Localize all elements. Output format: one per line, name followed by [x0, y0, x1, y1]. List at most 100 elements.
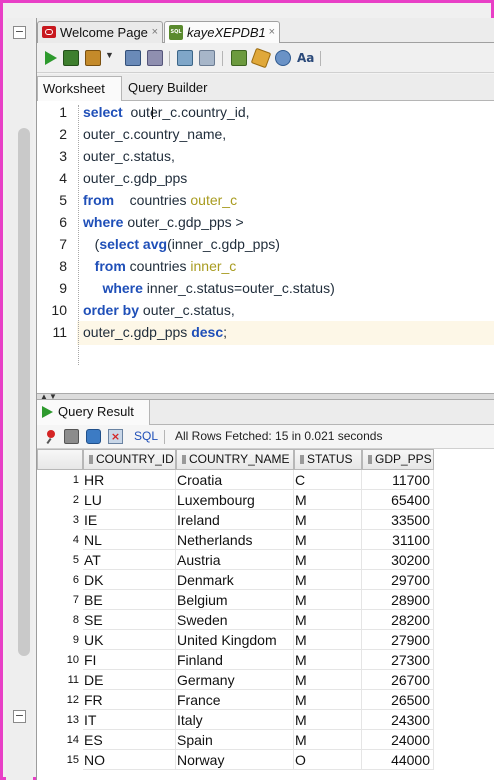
- cell-gdp-pps[interactable]: 26700: [362, 670, 434, 690]
- cell-country-name[interactable]: United Kingdom: [176, 630, 294, 650]
- cell-country-id[interactable]: BE: [83, 590, 176, 610]
- cell-country-name[interactable]: Norway: [176, 750, 294, 770]
- table-row[interactable]: 13 IT Italy M 24300: [37, 710, 434, 730]
- cell-country-name[interactable]: Finland: [176, 650, 294, 670]
- table-row[interactable]: 10 FI Finland M 27300: [37, 650, 434, 670]
- cell-country-name[interactable]: Luxembourg: [176, 490, 294, 510]
- table-row[interactable]: 8 SE Sweden M 28200: [37, 610, 434, 630]
- table-row[interactable]: 12 FR France M 26500: [37, 690, 434, 710]
- code-line[interactable]: select outer_c.country_id,: [83, 104, 250, 120]
- editor-results-splitter[interactable]: ▲ ▼: [37, 392, 494, 401]
- commit-icon[interactable]: [177, 50, 193, 66]
- cell-status[interactable]: M: [294, 710, 362, 730]
- code-line[interactable]: outer_c.country_name,: [83, 126, 226, 142]
- close-icon[interactable]: ×: [152, 22, 158, 43]
- cell-country-name[interactable]: Germany: [176, 670, 294, 690]
- tab-query-result[interactable]: Query Result ×: [37, 400, 150, 443]
- tab-kayexepdb1[interactable]: kayeXEPDB1 ×: [164, 21, 280, 43]
- run-script-icon[interactable]: [63, 50, 79, 66]
- code-line[interactable]: outer_c.gdp_pps: [83, 170, 187, 186]
- clear-eraser-icon[interactable]: [250, 47, 272, 69]
- table-row[interactable]: 5 AT Austria M 30200: [37, 550, 434, 570]
- column-header-country-id[interactable]: COUNTRY_ID: [83, 449, 176, 470]
- tab-query-builder[interactable]: Query Builder: [123, 76, 212, 101]
- refresh-icon[interactable]: [86, 429, 101, 444]
- cell-status[interactable]: M: [294, 490, 362, 510]
- cell-country-name[interactable]: France: [176, 690, 294, 710]
- cell-country-id[interactable]: NL: [83, 530, 176, 550]
- cell-status[interactable]: M: [294, 510, 362, 530]
- cell-status[interactable]: C: [294, 470, 362, 490]
- code-line[interactable]: where outer_c.gdp_pps >: [83, 214, 244, 230]
- cell-country-id[interactable]: FI: [83, 650, 176, 670]
- tab-welcome-page[interactable]: Welcome Page ×: [37, 21, 163, 43]
- cell-gdp-pps[interactable]: 24000: [362, 730, 434, 750]
- code-line[interactable]: from countries inner_c: [83, 258, 237, 274]
- table-row[interactable]: 2 LU Luxembourg M 65400: [37, 490, 434, 510]
- cell-gdp-pps[interactable]: 26500: [362, 690, 434, 710]
- explain-plan-icon[interactable]: [125, 50, 141, 66]
- table-row[interactable]: 14 ES Spain M 24000: [37, 730, 434, 750]
- table-row[interactable]: 3 IE Ireland M 33500: [37, 510, 434, 530]
- cell-country-name[interactable]: Sweden: [176, 610, 294, 630]
- cell-country-name[interactable]: Austria: [176, 550, 294, 570]
- cell-status[interactable]: M: [294, 730, 362, 750]
- cell-status[interactable]: M: [294, 630, 362, 650]
- code-line[interactable]: where inner_c.status=outer_c.status): [83, 280, 334, 296]
- cell-country-id[interactable]: FR: [83, 690, 176, 710]
- table-row[interactable]: 4 NL Netherlands M 31100: [37, 530, 434, 550]
- cell-country-name[interactable]: Croatia: [176, 470, 294, 490]
- restore-panel-button[interactable]: −: [13, 710, 26, 723]
- close-icon[interactable]: ×: [269, 22, 275, 43]
- table-row[interactable]: 15 NO Norway O 44000: [37, 750, 434, 770]
- cell-status[interactable]: M: [294, 530, 362, 550]
- sql-history-icon[interactable]: [275, 50, 291, 66]
- cell-country-name[interactable]: Italy: [176, 710, 294, 730]
- cell-gdp-pps[interactable]: 28200: [362, 610, 434, 630]
- cell-status[interactable]: M: [294, 670, 362, 690]
- cell-status[interactable]: O: [294, 750, 362, 770]
- cancel-query-icon[interactable]: ×: [108, 429, 123, 444]
- cell-country-id[interactable]: HR: [83, 470, 176, 490]
- dropdown-arrow-icon[interactable]: ▼: [105, 50, 114, 66]
- cell-gdp-pps[interactable]: 27300: [362, 650, 434, 670]
- code-line[interactable]: order by outer_c.status,: [83, 302, 235, 318]
- cell-gdp-pps[interactable]: 31100: [362, 530, 434, 550]
- cell-country-id[interactable]: SE: [83, 610, 176, 630]
- print-icon[interactable]: [64, 429, 79, 444]
- result-grid[interactable]: COUNTRY_ID COUNTRY_NAME STATUS GDP_PPS 1…: [37, 449, 494, 780]
- table-row[interactable]: 9 UK United Kingdom M 27900: [37, 630, 434, 650]
- code-line[interactable]: outer_c.status,: [83, 148, 175, 164]
- code-line[interactable]: outer_c.gdp_pps desc;: [83, 324, 227, 340]
- cell-country-id[interactable]: NO: [83, 750, 176, 770]
- cell-country-name[interactable]: Ireland: [176, 510, 294, 530]
- cell-country-id[interactable]: AT: [83, 550, 176, 570]
- cell-status[interactable]: M: [294, 550, 362, 570]
- unshared-sql-icon[interactable]: [231, 50, 247, 66]
- column-header-status[interactable]: STATUS: [294, 449, 362, 470]
- table-row[interactable]: 6 DK Denmark M 29700: [37, 570, 434, 590]
- cell-country-name[interactable]: Belgium: [176, 590, 294, 610]
- table-row[interactable]: 11 DE Germany M 26700: [37, 670, 434, 690]
- table-row[interactable]: 7 BE Belgium M 28900: [37, 590, 434, 610]
- column-header-gdp-pps[interactable]: GDP_PPS: [362, 449, 434, 470]
- cell-status[interactable]: M: [294, 650, 362, 670]
- cell-gdp-pps[interactable]: 11700: [362, 470, 434, 490]
- code-line[interactable]: from countries outer_c: [83, 192, 237, 208]
- cell-status[interactable]: M: [294, 590, 362, 610]
- cell-gdp-pps[interactable]: 28900: [362, 590, 434, 610]
- code-line[interactable]: (select avg(inner_c.gdp_pps): [83, 236, 280, 252]
- rollback-icon[interactable]: [199, 50, 215, 66]
- cell-country-id[interactable]: IE: [83, 510, 176, 530]
- sql-link[interactable]: SQL: [134, 429, 158, 443]
- autotrace-icon[interactable]: [85, 50, 101, 66]
- cell-status[interactable]: M: [294, 570, 362, 590]
- cell-gdp-pps[interactable]: 65400: [362, 490, 434, 510]
- cell-gdp-pps[interactable]: 27900: [362, 630, 434, 650]
- sql-editor[interactable]: 1 2 3 4 5 6 7 8 9 10 11 select outer_c.country_id,…: [37, 101, 494, 393]
- cell-country-id[interactable]: DE: [83, 670, 176, 690]
- cell-country-name[interactable]: Netherlands: [176, 530, 294, 550]
- cell-status[interactable]: M: [294, 610, 362, 630]
- cell-gdp-pps[interactable]: 29700: [362, 570, 434, 590]
- sql-tuning-icon[interactable]: [147, 50, 163, 66]
